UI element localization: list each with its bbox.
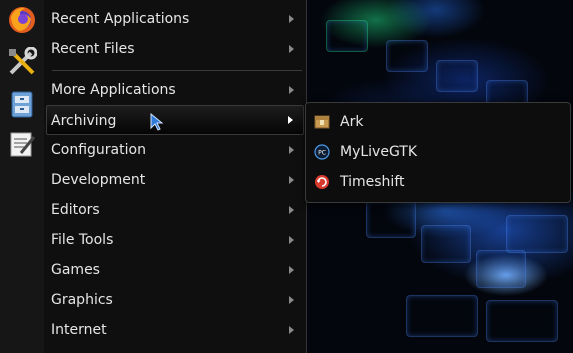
menu-item-label: Graphics bbox=[51, 292, 113, 308]
menu-item-label: Internet bbox=[51, 322, 107, 338]
keyboard-key bbox=[506, 215, 568, 253]
menu-item-label: Archiving bbox=[51, 113, 117, 129]
chevron-right-icon bbox=[289, 45, 294, 53]
chevron-right-icon bbox=[289, 236, 294, 244]
submenu-item-timeshift[interactable]: Timeshift bbox=[312, 168, 562, 196]
menu-item-configuration[interactable]: Configuration bbox=[46, 135, 304, 165]
menu-item-graphics[interactable]: Graphics bbox=[46, 285, 304, 315]
chevron-right-icon bbox=[289, 146, 294, 154]
mylivegtk-icon: PC bbox=[314, 144, 330, 160]
launcher-item-firefox[interactable] bbox=[6, 4, 38, 36]
launcher-item-file-manager[interactable] bbox=[6, 88, 38, 120]
menu-item-games[interactable]: Games bbox=[46, 255, 304, 285]
file-manager-icon bbox=[11, 91, 33, 118]
menu-item-more-applications[interactable]: More Applications bbox=[46, 75, 304, 105]
chevron-right-icon bbox=[289, 176, 294, 184]
menu-item-label: Editors bbox=[51, 202, 100, 218]
menu-item-recent-applications[interactable]: Recent Applications bbox=[46, 4, 304, 34]
menu-item-label: Development bbox=[51, 172, 146, 188]
chevron-right-icon bbox=[289, 326, 294, 334]
chevron-right-icon bbox=[289, 266, 294, 274]
menu-item-label: Recent Files bbox=[51, 41, 135, 57]
submenu-item-label: MyLiveGTK bbox=[340, 144, 418, 160]
menu-item-label: Recent Applications bbox=[51, 11, 190, 27]
launcher-item-text-editor[interactable] bbox=[6, 128, 38, 160]
keyboard-key bbox=[386, 40, 428, 72]
chevron-right-icon bbox=[288, 116, 293, 124]
keyboard-key bbox=[366, 200, 416, 238]
keyboard-key bbox=[486, 300, 558, 342]
menu-separator bbox=[52, 70, 302, 71]
submenu-item-ark[interactable]: Ark bbox=[312, 108, 562, 136]
keyboard-key bbox=[476, 250, 526, 288]
keyboard-key bbox=[406, 295, 478, 337]
keyboard-key bbox=[436, 60, 478, 92]
chevron-right-icon bbox=[289, 296, 294, 304]
timeshift-icon bbox=[315, 175, 329, 189]
submenu-item-label: Timeshift bbox=[340, 174, 405, 190]
settings-tools-icon bbox=[9, 47, 37, 75]
menu-item-label: Configuration bbox=[51, 142, 146, 158]
favorites-launcher bbox=[0, 0, 45, 353]
chevron-right-icon bbox=[289, 206, 294, 214]
menu-item-label: File Tools bbox=[51, 232, 114, 248]
firefox-icon bbox=[9, 7, 35, 33]
ark-archiver-icon bbox=[314, 115, 330, 129]
svg-text:PC: PC bbox=[318, 150, 326, 157]
menu-item-file-tools[interactable]: File Tools bbox=[46, 225, 304, 255]
launcher-item-settings[interactable] bbox=[6, 46, 38, 78]
keyboard-key bbox=[326, 20, 368, 52]
menu-item-archiving[interactable]: Archiving bbox=[46, 105, 304, 135]
menu-item-recent-files[interactable]: Recent Files bbox=[46, 34, 304, 64]
chevron-right-icon bbox=[289, 15, 294, 23]
chevron-right-icon bbox=[289, 86, 294, 94]
keyboard-key bbox=[421, 225, 471, 263]
archiving-submenu: Ark PC MyLiveGTK Timeshift bbox=[305, 102, 571, 203]
submenu-item-label: Ark bbox=[340, 114, 364, 130]
menu-item-label: Games bbox=[51, 262, 100, 278]
submenu-item-mylivegtk[interactable]: PC MyLiveGTK bbox=[312, 138, 562, 166]
mouse-cursor-icon bbox=[150, 113, 164, 131]
menu-item-internet[interactable]: Internet bbox=[46, 315, 304, 345]
applications-menu: Recent Applications Recent Files More Ap… bbox=[44, 0, 307, 353]
menu-item-development[interactable]: Development bbox=[46, 165, 304, 195]
text-editor-icon bbox=[10, 132, 36, 157]
menu-item-editors[interactable]: Editors bbox=[46, 195, 304, 225]
menu-item-label: More Applications bbox=[51, 82, 176, 98]
